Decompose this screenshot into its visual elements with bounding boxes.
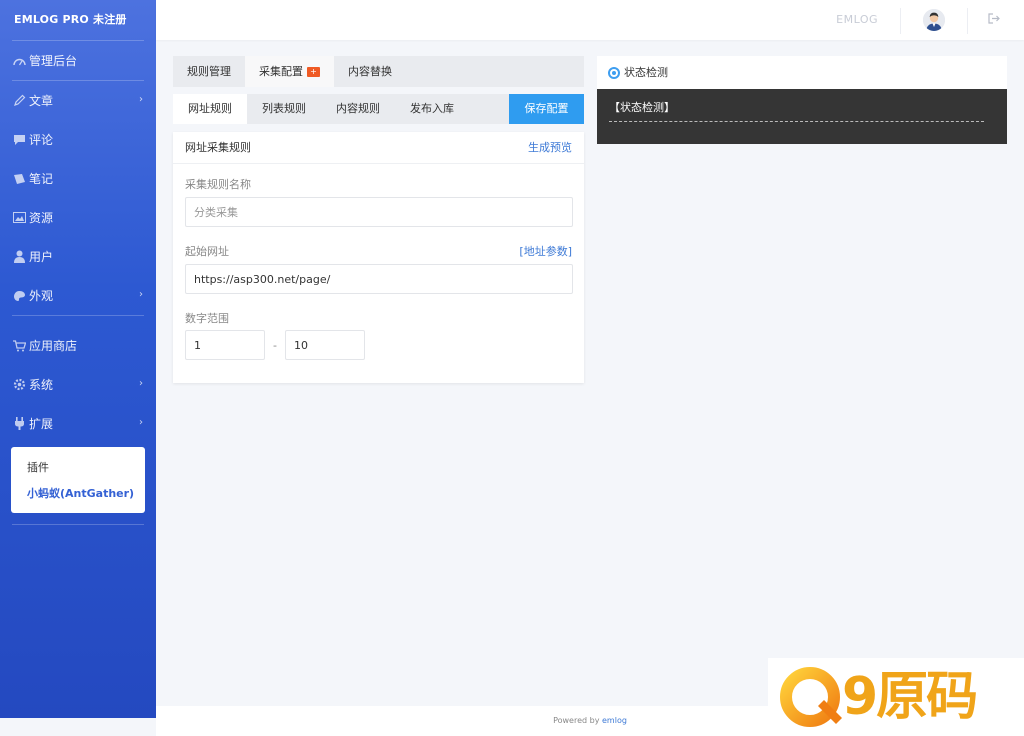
- sidebar-item-app-store[interactable]: 应用商店: [0, 326, 156, 365]
- sidebar-item-notes[interactable]: 笔记: [0, 159, 156, 198]
- emlog-link[interactable]: EMLOG: [836, 13, 878, 26]
- sidebar-item-label: 外观: [29, 289, 54, 303]
- dashboard-icon: [12, 54, 26, 68]
- status-header: 状态检测: [597, 56, 1007, 89]
- tab-collect-config[interactable]: 采集配置 +: [245, 56, 334, 87]
- sidebar-item-resources[interactable]: 资源: [0, 198, 156, 237]
- status-console: 【状态检测】: [597, 89, 1007, 144]
- chevron-right-icon: ›: [139, 94, 143, 105]
- chevron-right-icon: ›: [139, 378, 143, 389]
- sidebar-item-label: 评论: [29, 133, 54, 147]
- status-ring-icon: [608, 66, 620, 79]
- range-separator: -: [273, 339, 277, 352]
- sidebar-item-label: 管理后台: [29, 54, 78, 68]
- sidebar-item-system[interactable]: 系统 ›: [0, 365, 156, 404]
- range-to-input[interactable]: [285, 330, 365, 360]
- sidebar-item-label: 笔记: [29, 172, 54, 186]
- avatar[interactable]: [923, 9, 945, 31]
- pencil-icon: [12, 94, 26, 108]
- url-params-link[interactable]: [地址参数]: [519, 243, 572, 259]
- status-title: 状态检测: [624, 66, 668, 79]
- tab-content-rules[interactable]: 内容规则: [321, 94, 395, 124]
- palette-icon: [12, 289, 26, 303]
- sidebar-item-label: 应用商店: [29, 339, 78, 353]
- sidebar-item-label: 资源: [29, 211, 54, 225]
- range-label: 数字范围: [185, 312, 229, 325]
- main-tabs: 规则管理 采集配置 + 内容替换: [173, 56, 584, 87]
- plug-icon: [12, 417, 26, 431]
- cart-icon: [12, 339, 26, 353]
- tab-rule-management[interactable]: 规则管理: [173, 56, 245, 87]
- powered-by-text: Powered by: [553, 716, 600, 725]
- status-console-text: 【状态检测】: [609, 101, 675, 114]
- user-icon: [12, 250, 26, 264]
- topbar: EMLOG: [156, 0, 1024, 40]
- submenu-item-plugins[interactable]: 插件: [11, 455, 145, 481]
- sidebar-item-label: 用户: [29, 250, 54, 264]
- image-icon: [12, 211, 26, 225]
- sidebar-item-dashboard[interactable]: 管理后台: [0, 41, 156, 80]
- sidebar-item-comments[interactable]: 评论: [0, 120, 156, 159]
- chevron-right-icon: ›: [139, 289, 143, 300]
- watermark-text: 9原码: [842, 667, 978, 727]
- status-panel: 状态检测 【状态检测】: [597, 56, 1007, 144]
- url-rules-card: 网址采集规则 生成预览 采集规则名称 起始网址 [地址参数] 数字范围 -: [173, 132, 584, 383]
- sidebar-item-extensions[interactable]: 扩展 ›: [0, 404, 156, 443]
- tab-list-rules[interactable]: 列表规则: [247, 94, 321, 124]
- new-badge: +: [307, 67, 320, 77]
- divider: [12, 524, 144, 525]
- chevron-right-icon: ›: [139, 417, 143, 428]
- sidebar-item-label: 系统: [29, 378, 54, 392]
- sidebar-item-label: 扩展: [29, 417, 54, 431]
- start-url-input[interactable]: [185, 264, 573, 294]
- comment-icon: [12, 133, 26, 147]
- generate-preview-link[interactable]: 生成预览: [528, 132, 572, 164]
- dashed-divider: [609, 121, 984, 122]
- note-icon: [12, 172, 26, 186]
- tab-label: 采集配置: [259, 65, 303, 78]
- watermark-logo: 9原码: [768, 658, 1024, 736]
- sub-tabs: 网址规则 列表规则 内容规则 发布入库 保存配置: [173, 94, 584, 124]
- range-from-input[interactable]: [185, 330, 265, 360]
- sidebar-item-articles[interactable]: 文章 ›: [0, 81, 156, 120]
- tab-content-replace[interactable]: 内容替换: [334, 56, 406, 87]
- gear-icon: [12, 378, 26, 392]
- user-avatar-icon: [923, 9, 945, 31]
- card-title: 网址采集规则: [185, 141, 251, 154]
- submenu-item-antgather[interactable]: 小蚂蚁(AntGather): [11, 481, 145, 507]
- extensions-submenu: 插件 小蚂蚁(AntGather): [11, 447, 145, 513]
- q-logo-icon: [778, 662, 848, 732]
- divider: [967, 8, 968, 34]
- sidebar-item-label: 文章: [29, 94, 54, 108]
- logout-icon[interactable]: [988, 13, 1002, 27]
- divider: [12, 315, 144, 316]
- rule-name-label: 采集规则名称: [185, 178, 251, 191]
- save-config-button[interactable]: 保存配置: [509, 94, 584, 124]
- emlog-footer-link[interactable]: emlog: [602, 716, 627, 725]
- divider: [900, 8, 901, 34]
- sidebar-item-users[interactable]: 用户: [0, 237, 156, 276]
- tab-publish[interactable]: 发布入库: [395, 94, 469, 124]
- tab-url-rules[interactable]: 网址规则: [173, 94, 247, 124]
- rule-name-input[interactable]: [185, 197, 573, 227]
- card-header: 网址采集规则 生成预览: [173, 132, 584, 164]
- brand-title[interactable]: EMLOG PRO 未注册: [0, 0, 156, 40]
- start-url-label: 起始网址: [185, 245, 229, 258]
- sidebar: EMLOG PRO 未注册 管理后台 文章 › 评论 笔记 资源 用户 外观 ›…: [0, 0, 156, 718]
- sidebar-item-appearance[interactable]: 外观 ›: [0, 276, 156, 315]
